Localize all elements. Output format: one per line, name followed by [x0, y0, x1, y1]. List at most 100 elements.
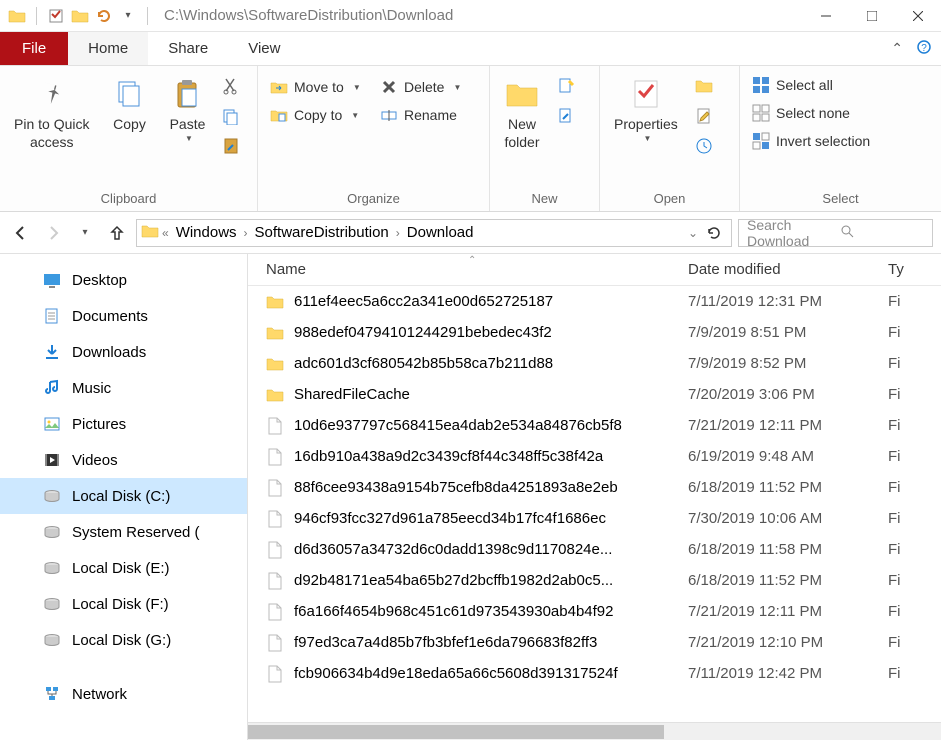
nav-item[interactable]: Downloads	[0, 334, 247, 370]
file-row[interactable]: SharedFileCache7/20/2019 3:06 PMFi	[248, 379, 941, 410]
nav-item[interactable]: Local Disk (G:)	[0, 622, 247, 658]
nav-item-label: Local Disk (F:)	[72, 596, 169, 613]
refresh-button[interactable]	[701, 225, 727, 241]
nav-item[interactable]: Music	[0, 370, 247, 406]
qat-dropdown-icon[interactable]: ▾	[119, 7, 137, 25]
file-date: 6/18/2019 11:52 PM	[688, 479, 888, 496]
paste-shortcut-icon[interactable]	[221, 136, 241, 156]
file-list[interactable]: 611ef4eec5a6cc2a341e00d6527251877/11/201…	[248, 286, 941, 722]
pin-to-quick-access-button[interactable]: Pin to Quick access	[8, 72, 95, 180]
nav-item-network[interactable]: Network	[0, 676, 247, 712]
paste-button[interactable]: Paste ▼	[163, 72, 211, 180]
file-type: Fi	[888, 324, 941, 341]
new-folder-button[interactable]: New folder	[498, 72, 546, 180]
properties-qat-icon[interactable]	[47, 7, 65, 25]
back-button[interactable]	[8, 220, 34, 246]
search-input[interactable]: Search Download	[738, 219, 933, 247]
nav-item-label: Music	[72, 380, 111, 397]
file-row[interactable]: 88f6cee93438a9154b75cefb8da4251893a8e2eb…	[248, 472, 941, 503]
open-icon[interactable]	[694, 76, 714, 96]
collapse-ribbon-icon[interactable]: ⌃	[891, 40, 903, 57]
up-button[interactable]	[104, 220, 130, 246]
nav-item[interactable]: Documents	[0, 298, 247, 334]
file-row[interactable]: 16db910a438a9d2c3439cf8f44c348ff5c38f42a…	[248, 441, 941, 472]
delete-button[interactable]: Delete▼	[376, 76, 465, 98]
disk-icon	[42, 594, 62, 614]
forward-button[interactable]	[40, 220, 66, 246]
file-row[interactable]: adc601d3cf680542b85b58ca7b211d887/9/2019…	[248, 348, 941, 379]
nav-item[interactable]: Desktop	[0, 262, 247, 298]
chevron-left-icon[interactable]: «	[162, 226, 169, 240]
file-row[interactable]: 946cf93fcc327d961a785eecd34b17fc4f1686ec…	[248, 503, 941, 534]
type-column-header[interactable]: Ty	[888, 261, 941, 278]
maximize-button[interactable]	[849, 0, 895, 32]
navigation-pane[interactable]: DesktopDocumentsDownloads Music Pictures Vi…	[0, 254, 248, 740]
easy-access-icon[interactable]	[556, 106, 576, 126]
home-tab[interactable]: Home	[68, 32, 148, 65]
copy-button[interactable]: Copy	[105, 72, 153, 180]
breadcrumb-item[interactable]: Windows	[172, 224, 241, 241]
horizontal-scrollbar[interactable]	[248, 722, 941, 740]
chevron-right-icon[interactable]: ›	[244, 226, 248, 240]
file-icon	[266, 448, 284, 466]
file-name: adc601d3cf680542b85b58ca7b211d88	[294, 355, 553, 372]
pictures-icon	[42, 414, 62, 434]
file-row[interactable]: f97ed3ca7a4d85b7fb3bfef1e6da796683f82ff3…	[248, 627, 941, 658]
new-item-icon[interactable]	[556, 76, 576, 96]
copy-path-icon[interactable]	[221, 106, 241, 126]
undo-icon[interactable]	[95, 7, 113, 25]
cut-icon[interactable]	[221, 76, 241, 96]
file-row[interactable]: f6a166f4654b968c451c61d973543930ab4b4f92…	[248, 596, 941, 627]
file-row[interactable]: 988edef04794101244291bebedec43f27/9/2019…	[248, 317, 941, 348]
nav-item-label: Videos	[72, 452, 118, 469]
help-icon[interactable]: ?	[917, 40, 931, 57]
address-bar[interactable]: « Windows › SoftwareDistribution › Downl…	[136, 219, 732, 247]
file-row[interactable]: d6d36057a34732d6c0dadd1398c9d1170824e...…	[248, 534, 941, 565]
close-button[interactable]	[895, 0, 941, 32]
nav-item[interactable]: Pictures	[0, 406, 247, 442]
file-row[interactable]: d92b48171ea54ba65b27d2bcffb1982d2ab0c5..…	[248, 565, 941, 596]
file-date: 7/20/2019 3:06 PM	[688, 386, 888, 403]
breadcrumb-item[interactable]: SoftwareDistribution	[251, 224, 393, 241]
nav-item[interactable]: Videos	[0, 442, 247, 478]
recent-locations-button[interactable]: ▾	[72, 220, 98, 246]
invert-selection-button[interactable]: Invert selection	[748, 130, 874, 152]
share-tab[interactable]: Share	[148, 32, 228, 65]
chevron-right-icon[interactable]: ›	[396, 226, 400, 240]
file-type: Fi	[888, 417, 941, 434]
name-column-header[interactable]: ⌃Name	[248, 261, 688, 278]
file-date: 7/21/2019 12:11 PM	[688, 603, 888, 620]
file-row[interactable]: 10d6e937797c568415ea4dab2e534a84876cb5f8…	[248, 410, 941, 441]
minimize-button[interactable]	[803, 0, 849, 32]
file-name: SharedFileCache	[294, 386, 410, 403]
file-date: 6/19/2019 9:48 AM	[688, 448, 888, 465]
view-tab[interactable]: View	[228, 32, 300, 65]
file-date: 7/30/2019 10:06 AM	[688, 510, 888, 527]
select-all-button[interactable]: Select all	[748, 74, 874, 96]
file-icon	[266, 572, 284, 590]
folder-qat-icon[interactable]	[71, 7, 89, 25]
nav-item[interactable]: System Reserved (	[0, 514, 247, 550]
select-none-button[interactable]: Select none	[748, 102, 874, 124]
select-none-icon	[752, 104, 770, 122]
nav-item[interactable]: Local Disk (C:)	[0, 478, 247, 514]
edit-icon[interactable]	[694, 106, 714, 126]
properties-button[interactable]: Properties ▼	[608, 72, 684, 180]
nav-item[interactable]: Local Disk (F:)	[0, 586, 247, 622]
window-title: C:\Windows\SoftwareDistribution\Download	[164, 7, 803, 24]
folder-icon	[141, 222, 159, 244]
new-group-label: New	[498, 188, 591, 209]
address-dropdown-icon[interactable]: ⌄	[688, 226, 698, 240]
breadcrumb-item[interactable]: Download	[403, 224, 478, 241]
nav-item[interactable]: Local Disk (E:)	[0, 550, 247, 586]
history-icon[interactable]	[694, 136, 714, 156]
copy-to-button[interactable]: Copy to▼	[266, 104, 366, 126]
file-row[interactable]: 611ef4eec5a6cc2a341e00d6527251877/11/201…	[248, 286, 941, 317]
file-tab[interactable]: File	[0, 32, 68, 65]
rename-button[interactable]: Rename	[376, 104, 465, 126]
date-column-header[interactable]: Date modified	[688, 261, 888, 278]
file-icon	[266, 603, 284, 621]
disk-icon	[42, 522, 62, 542]
move-to-button[interactable]: Move to▼	[266, 76, 366, 98]
file-row[interactable]: fcb906634b4d9e18eda65a66c5608d391317524f…	[248, 658, 941, 689]
